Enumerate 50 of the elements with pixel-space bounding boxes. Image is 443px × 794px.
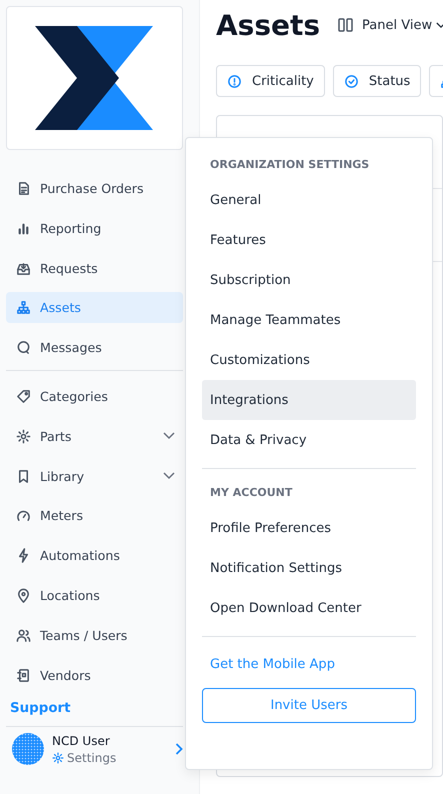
menu-item[interactable]: Manage Teammates bbox=[202, 300, 416, 340]
sidebar-item[interactable]: Automations bbox=[6, 540, 183, 572]
menu-heading: MY ACCOUNT bbox=[209, 486, 294, 501]
columns-icon bbox=[338, 18, 354, 32]
menu-item[interactable]: Integrations bbox=[202, 380, 416, 420]
document-icon bbox=[16, 181, 31, 196]
sidebar-item[interactable]: Teams / Users bbox=[6, 620, 183, 651]
user-name: NCD User bbox=[52, 734, 111, 748]
logo-icon bbox=[34, 26, 154, 130]
menu-item[interactable]: Data & Privacy bbox=[202, 420, 416, 460]
chevron-down-icon bbox=[436, 22, 443, 28]
check-circle-icon bbox=[344, 74, 359, 88]
chevron-right-icon[interactable] bbox=[175, 743, 183, 756]
notebook-icon bbox=[16, 668, 31, 683]
sidebar-item[interactable]: Parts bbox=[6, 420, 183, 452]
menu-item[interactable]: Features bbox=[202, 220, 416, 260]
menu-heading: ORGANIZATION SETTINGS bbox=[209, 158, 370, 173]
page-title: Assets bbox=[216, 8, 320, 42]
filter-button[interactable]: Criticality bbox=[216, 65, 325, 97]
sidebar-item[interactable]: Purchase Orders bbox=[6, 173, 183, 204]
sidebar-item[interactable]: Library bbox=[6, 460, 183, 492]
bar-chart-icon bbox=[16, 220, 31, 236]
bolt-icon bbox=[16, 548, 31, 564]
menu-item[interactable]: Profile Preferences bbox=[202, 508, 416, 548]
settings-link[interactable]: Settings bbox=[52, 750, 175, 765]
sidebar-item[interactable]: Categories bbox=[6, 380, 183, 412]
bookmark-icon bbox=[16, 468, 31, 484]
inbox-icon bbox=[16, 260, 31, 276]
chevron-down-icon bbox=[163, 432, 175, 440]
sidebar-item[interactable]: Vendors bbox=[6, 660, 183, 691]
sidebar-item[interactable]: Locations bbox=[6, 580, 183, 611]
gauge-icon bbox=[16, 508, 31, 524]
sidebar-item[interactable]: Meters bbox=[6, 500, 183, 532]
menu-item[interactable]: Subscription bbox=[202, 260, 416, 300]
people-icon bbox=[16, 628, 31, 643]
menu-item[interactable]: Open Download Center bbox=[202, 588, 416, 628]
sidebar-item[interactable]: Reporting bbox=[6, 212, 183, 244]
location-pin-icon bbox=[16, 588, 31, 603]
tag-icon bbox=[16, 388, 31, 404]
menu-item[interactable]: General bbox=[202, 180, 416, 220]
menu-item[interactable]: Customizations bbox=[202, 340, 416, 380]
filter-button[interactable]: Status bbox=[332, 65, 422, 97]
sidebar-item[interactable]: Requests bbox=[6, 252, 183, 284]
hierarchy-icon bbox=[16, 300, 31, 316]
menu-item[interactable]: Notification Settings bbox=[202, 548, 416, 588]
chevron-down-icon bbox=[163, 472, 175, 480]
sidebar-item[interactable]: Messages bbox=[6, 332, 183, 364]
alert-icon bbox=[227, 74, 242, 88]
avatar-icon bbox=[12, 733, 44, 766]
view-dropdown[interactable]: Panel View bbox=[338, 18, 443, 32]
